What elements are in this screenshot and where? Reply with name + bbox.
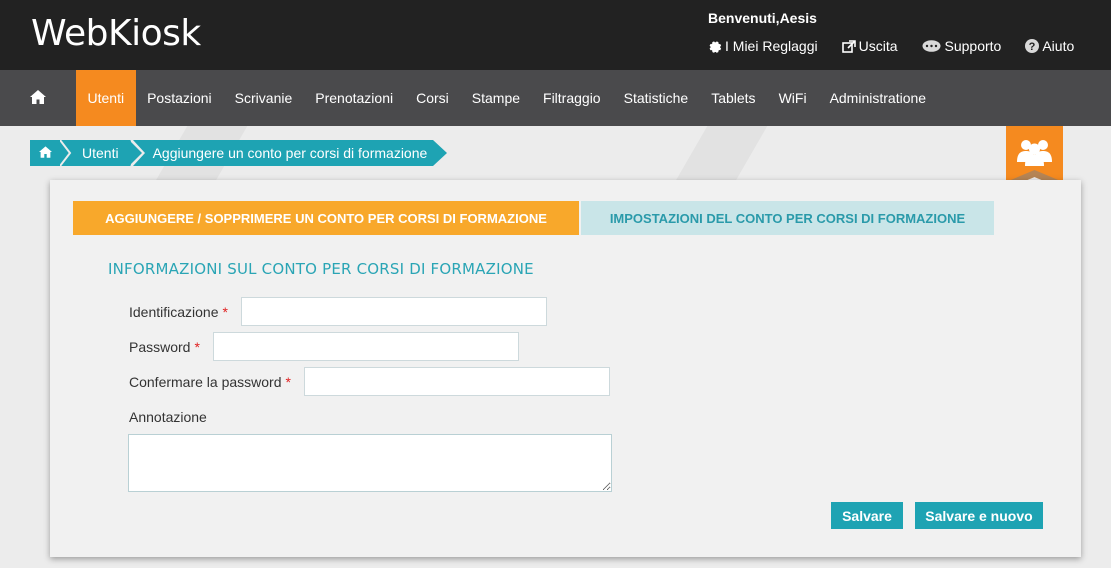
breadcrumb-separator <box>128 140 145 166</box>
logout-link[interactable]: Uscita <box>841 38 898 54</box>
password-label: Password * <box>129 339 200 355</box>
form-panel: AGGIUNGERE / SOPPRIMERE UN CONTO PER COR… <box>50 180 1081 557</box>
required-marker: * <box>194 339 200 355</box>
breadcrumb-item-current: Aggiungere un conto per corsi di formazi… <box>144 140 434 166</box>
top-links: I Miei Reglaggi Uscita Supporto ? Aiuto <box>708 38 1074 54</box>
home-icon <box>38 145 52 161</box>
decorative-stripe <box>672 126 768 186</box>
breadcrumb-home[interactable] <box>30 140 60 166</box>
help-label: Aiuto <box>1042 38 1075 54</box>
svg-text:?: ? <box>1029 41 1036 53</box>
nav-item-utenti[interactable]: Utenti <box>76 70 136 126</box>
my-settings-link[interactable]: I Miei Reglaggi <box>708 38 818 54</box>
breadcrumb-item-utenti[interactable]: Utenti <box>72 140 129 166</box>
home-icon <box>30 89 46 107</box>
nav-item-filtraggio[interactable]: Filtraggio <box>532 70 613 126</box>
welcome-text: Benvenuti,Aesis <box>708 10 817 26</box>
support-link[interactable]: Supporto <box>922 38 1002 54</box>
breadcrumb-separator <box>60 140 72 166</box>
nav-item-stampe[interactable]: Stampe <box>460 70 531 126</box>
tab-add-remove-account[interactable]: AGGIUNGERE / SOPPRIMERE UN CONTO PER COR… <box>73 201 579 235</box>
identification-label-text: Identificazione <box>129 304 219 320</box>
tab-account-settings[interactable]: IMPOSTAZIONI DEL CONTO PER CORSI DI FORM… <box>581 201 994 235</box>
section-title: INFORMAZIONI SUL CONTO PER CORSI DI FORM… <box>108 260 534 278</box>
main-nav: Utenti Postazioni Scrivanie Prenotazioni… <box>0 70 1111 126</box>
nav-item-corsi[interactable]: Corsi <box>405 70 461 126</box>
annotation-textarea[interactable] <box>128 434 612 492</box>
app-logo[interactable]: WebKiosk <box>31 13 201 54</box>
nav-item-tablets[interactable]: Tablets <box>700 70 767 126</box>
password-input[interactable] <box>213 332 519 361</box>
question-circle-icon: ? <box>1025 39 1040 53</box>
confirm-password-label-text: Confermare la password <box>129 374 282 390</box>
chat-bubble-icon <box>922 39 942 53</box>
external-link-icon <box>841 39 856 53</box>
save-button[interactable]: Salvare <box>831 502 903 529</box>
annotation-label: Annotazione <box>129 409 207 425</box>
nav-item-administratione[interactable]: Administratione <box>818 70 938 126</box>
required-marker: * <box>285 374 291 390</box>
identification-label: Identificazione * <box>129 304 228 320</box>
support-label: Supporto <box>944 38 1002 54</box>
my-settings-label: I Miei Reglaggi <box>725 38 818 54</box>
nav-item-postazioni[interactable]: Postazioni <box>136 70 224 126</box>
breadcrumb-arrow-tip <box>433 140 448 166</box>
confirm-password-label: Confermare la password * <box>129 374 291 390</box>
nav-item-scrivanie[interactable]: Scrivanie <box>223 70 304 126</box>
required-marker: * <box>222 304 228 320</box>
confirm-password-input[interactable] <box>304 367 610 396</box>
logout-label: Uscita <box>858 38 898 54</box>
breadcrumb: Utenti Aggiungere un conto per corsi di … <box>30 140 448 166</box>
nav-item-statistiche[interactable]: Statistiche <box>612 70 700 126</box>
top-bar: WebKiosk Benvenuti,Aesis I Miei Reglaggi… <box>0 0 1111 70</box>
gear-icon <box>708 39 722 53</box>
save-and-new-button[interactable]: Salvare e nuovo <box>915 502 1043 529</box>
nav-item-prenotazioni[interactable]: Prenotazioni <box>304 70 405 126</box>
nav-item-wifi[interactable]: WiFi <box>767 70 818 126</box>
help-link[interactable]: ? Aiuto <box>1025 38 1074 54</box>
nav-home-button[interactable] <box>0 70 76 126</box>
password-label-text: Password <box>129 339 191 355</box>
identification-input[interactable] <box>241 297 547 326</box>
